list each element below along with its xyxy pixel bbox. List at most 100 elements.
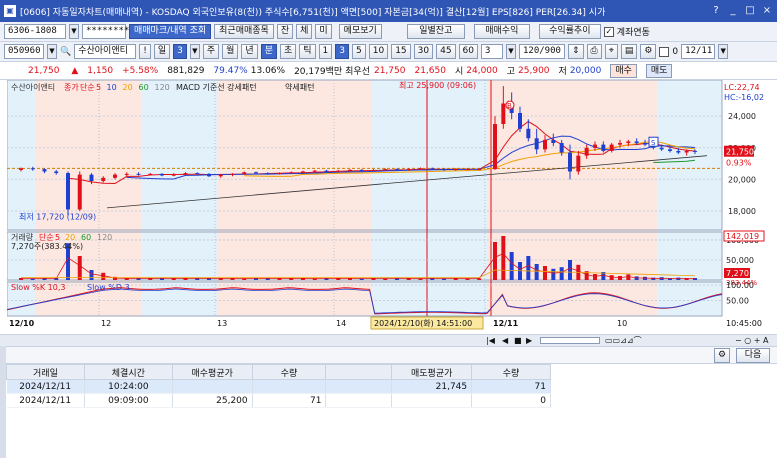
nav-first-icon[interactable]: |◀	[486, 336, 495, 345]
nav-stop-icon[interactable]: ■	[514, 336, 522, 345]
candle-body	[324, 170, 329, 172]
print-icon[interactable]: ⎙	[586, 44, 602, 59]
help-button[interactable]: ?	[709, 4, 723, 18]
zoom-controls[interactable]: − ○ + A	[735, 336, 769, 345]
minute-5[interactable]: 5	[352, 44, 366, 59]
drawing-tools-icon[interactable]: ▭▭⊿⊿⌒	[605, 335, 642, 346]
period-week[interactable]: 주	[202, 44, 220, 59]
maximize-button[interactable]: □	[743, 4, 757, 18]
account-dropdown-icon[interactable]: ▼	[69, 24, 79, 39]
close-button[interactable]: ×	[760, 4, 774, 18]
stoch-legend-k: Slow %K 10,3	[11, 283, 65, 292]
alert-button[interactable]: !	[139, 44, 151, 59]
executed-button[interactable]: 체	[296, 24, 313, 39]
chart-navigation-bar[interactable]: |◀ ◀ ■ ▶ ▭▭⊿⊿⌒ − ○ + A	[0, 334, 777, 346]
trade-marks-button[interactable]: 매매마크/내역 조회	[129, 24, 212, 39]
next-button[interactable]: 다음	[736, 348, 770, 363]
volume-bar	[30, 278, 35, 280]
candle-body	[584, 147, 589, 156]
period-month[interactable]: 월	[222, 44, 239, 59]
day-unit-button[interactable]: 일	[153, 44, 171, 59]
price-legend-item: 5	[96, 83, 101, 92]
candle-body	[684, 150, 689, 153]
open-price: 24,000	[466, 65, 498, 76]
volume-bar	[101, 272, 106, 280]
unexecuted-button[interactable]: 미	[315, 24, 332, 39]
chart-area[interactable]: 24,00022,00020,00018,000최고 25,900 (09:06…	[7, 80, 777, 334]
sell-button[interactable]: 매도	[645, 63, 673, 78]
date-dropdown-icon[interactable]: ▼	[718, 44, 729, 59]
password-field[interactable]: ********	[82, 24, 129, 39]
candle-body	[693, 150, 697, 152]
minute-45[interactable]: 45	[436, 44, 456, 59]
candle-body	[383, 169, 388, 171]
minute-10[interactable]: 10	[368, 44, 389, 59]
volume-legend-item: 20	[65, 233, 75, 242]
count-select[interactable]: 3	[481, 44, 503, 59]
nav-prev-icon[interactable]: ◀	[502, 336, 508, 345]
account-link-checkbox[interactable]: ✓	[603, 26, 614, 37]
balance-button[interactable]: 잔	[276, 24, 294, 39]
high-label: 고	[506, 67, 516, 77]
last-price-label: 21,750	[726, 148, 754, 157]
daily-balance-button[interactable]: 일별잔고	[406, 24, 465, 39]
trade-profit-button[interactable]: 매매수익	[473, 24, 530, 39]
minute-1[interactable]: 1	[318, 44, 333, 59]
period-number[interactable]: 3	[173, 44, 187, 59]
lc-label: LC:22,74	[724, 83, 760, 92]
save-icon[interactable]: ▤	[620, 44, 638, 59]
bid-price: 21,650	[414, 65, 446, 76]
panel-gear-icon[interactable]: ⚙	[714, 348, 731, 363]
nav-next-icon[interactable]: ▶	[526, 336, 532, 345]
candle-body	[659, 147, 664, 150]
x-tick-label: 13	[217, 319, 227, 328]
bar-count-field[interactable]: 120/900	[519, 44, 565, 59]
turnover-ratio: 13.06%	[250, 65, 286, 76]
period-minute[interactable]: 분	[260, 44, 277, 59]
session-band	[487, 80, 657, 316]
count-dropdown-icon[interactable]: ▼	[506, 44, 516, 59]
price-chart[interactable]: 24,00022,00020,00018,000최고 25,900 (09:06…	[7, 80, 777, 334]
minute-15[interactable]: 15	[391, 44, 411, 59]
period-dropdown-icon[interactable]: ▼	[189, 44, 200, 59]
price-legend-item: 60	[139, 83, 149, 92]
session-band	[657, 80, 722, 316]
stock-name-field: 수산아이앤티	[74, 44, 137, 59]
col-blank	[325, 364, 393, 380]
volume-bar	[568, 260, 572, 280]
memo-button[interactable]: 메모보기	[338, 24, 382, 39]
candle-body	[442, 169, 446, 171]
volume-bar	[359, 278, 364, 280]
date-field[interactable]: 12/11	[681, 44, 716, 59]
search-icon[interactable]: 🔍	[60, 47, 71, 57]
minute-3[interactable]: 3	[335, 44, 349, 59]
date-checkbox[interactable]	[659, 46, 670, 57]
table-row[interactable]: 2024/12/11 09:09:00 25,200 71 0	[6, 393, 551, 408]
minimize-button[interactable]: _	[726, 4, 740, 18]
minute-60[interactable]: 60	[458, 44, 478, 59]
buy-button[interactable]: 매수	[610, 63, 637, 78]
table-row[interactable]: 2024/12/11 10:24:00 21,745 71	[6, 379, 551, 394]
current-price: 21,750 ▲	[28, 65, 79, 76]
profit-trend-button[interactable]: 수익률추이	[538, 24, 601, 39]
chart-tool-icon[interactable]: ⇕	[568, 44, 584, 59]
gear-icon[interactable]: ⚙	[640, 44, 657, 59]
minute-30[interactable]: 30	[413, 44, 434, 59]
stock-code-field[interactable]: 050960	[4, 44, 44, 59]
stoch-tick-label: 50.00	[726, 297, 749, 306]
scrollbar[interactable]	[540, 337, 600, 344]
volume-last-label: 7,270	[726, 269, 749, 278]
zoom-icon[interactable]: ⌖	[604, 44, 618, 59]
code-dropdown-icon[interactable]: ▼	[47, 44, 57, 59]
account-field[interactable]: 6306-1808	[4, 24, 66, 39]
candle-body	[593, 144, 597, 148]
candle-body	[101, 177, 106, 181]
period-year[interactable]: 년	[241, 44, 258, 59]
candle-body	[254, 172, 258, 174]
period-tick[interactable]: 틱	[299, 44, 316, 59]
recent-items-button[interactable]: 최근매매종목	[214, 24, 274, 39]
candle-body	[89, 174, 94, 181]
period-second[interactable]: 초	[279, 44, 297, 59]
candle-body	[643, 143, 647, 145]
candle-body	[277, 173, 282, 175]
